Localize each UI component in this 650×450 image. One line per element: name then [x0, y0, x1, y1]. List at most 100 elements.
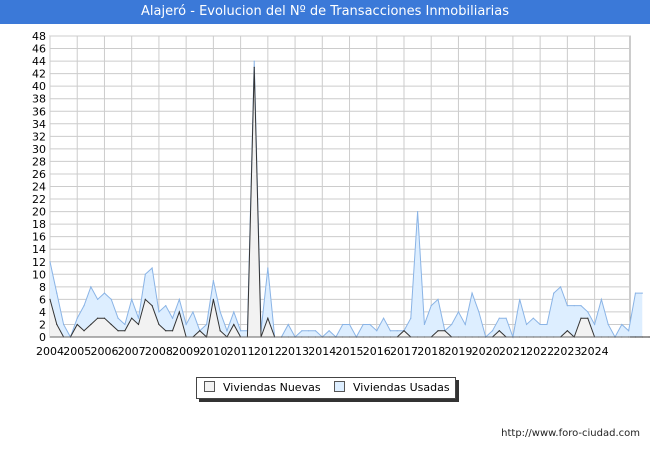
series-usadas-point: [451, 323, 453, 326]
series-usadas-point: [430, 305, 432, 307]
chart-title: Alajeró - Evolucion del Nº de Transaccio…: [0, 0, 650, 24]
series-nuevas-point: [137, 323, 140, 326]
series-usadas-point: [137, 317, 140, 319]
y-tick-label: 36: [32, 105, 46, 118]
series-nuevas-point: [498, 330, 500, 332]
legend-label-usadas: Viviendas Usadas: [353, 381, 450, 394]
series-usadas-point: [559, 286, 562, 288]
series-usadas-point: [56, 292, 58, 294]
series-usadas-point: [600, 298, 603, 300]
series-usadas-point: [110, 298, 112, 300]
x-tick-label: 2015: [336, 345, 364, 358]
series-usadas-point: [621, 323, 623, 326]
x-tick-label: 2006: [90, 345, 118, 358]
series-usadas-point: [287, 323, 289, 326]
y-tick-label: 10: [32, 268, 46, 281]
series-nuevas-point: [83, 330, 85, 332]
series-usadas-point: [362, 323, 364, 326]
series-usadas-point: [546, 323, 548, 326]
source-link[interactable]: http://www.foro-ciudad.com: [501, 428, 640, 439]
y-tick-label: 30: [32, 143, 46, 156]
x-tick-label: 2013: [281, 345, 309, 358]
x-tick-label: 2010: [199, 345, 227, 358]
series-usadas-point: [267, 267, 269, 269]
series-usadas-point: [226, 330, 228, 332]
y-tick-label: 46: [32, 43, 46, 56]
series-usadas-point: [76, 317, 78, 319]
x-tick-label: 2023: [553, 345, 581, 358]
series-usadas-point: [471, 292, 473, 294]
y-tick-label: 42: [32, 68, 46, 81]
series-usadas-point: [178, 298, 180, 300]
y-tick-label: 6: [39, 293, 46, 306]
series-nuevas-point: [403, 330, 405, 332]
series-usadas-point: [342, 323, 344, 326]
series-nuevas-point: [178, 311, 180, 313]
x-tick-label: 2019: [444, 345, 472, 358]
x-tick-label: 2022: [526, 345, 554, 358]
x-tick-label: 2007: [118, 345, 146, 358]
series-usadas-point: [212, 279, 214, 282]
series-usadas-point: [301, 330, 303, 332]
series-usadas-point: [240, 330, 242, 332]
x-tick-label: 2009: [172, 345, 200, 358]
series-usadas-point: [90, 286, 92, 288]
series-nuevas-point: [437, 330, 439, 332]
y-tick-label: 22: [32, 193, 46, 206]
series-usadas-point: [348, 323, 351, 326]
series-nuevas-point: [648, 336, 650, 338]
series-usadas-point: [491, 330, 494, 332]
series-usadas-point: [553, 292, 555, 294]
series-usadas-point: [165, 305, 167, 307]
series-usadas-point: [634, 292, 637, 294]
y-tick-label: 8: [39, 281, 46, 294]
y-tick-label: 14: [32, 243, 46, 256]
legend-label-nuevas: Viviendas Nuevas: [223, 381, 321, 394]
series-usadas-point: [539, 323, 541, 326]
y-tick-label: 38: [32, 93, 46, 106]
series-nuevas-point: [97, 317, 99, 319]
x-tick-label: 2012: [254, 345, 282, 358]
series-nuevas-point: [131, 317, 133, 319]
series-usadas-point: [83, 305, 85, 307]
series-nuevas-point: [634, 336, 637, 338]
series-usadas-point: [376, 330, 378, 332]
y-tick-label: 44: [32, 55, 46, 68]
series-usadas-point: [308, 330, 310, 332]
series-usadas-point: [587, 311, 589, 313]
series-usadas-point: [498, 317, 500, 319]
series-nuevas-point: [103, 317, 106, 319]
y-tick-label: 16: [32, 231, 46, 244]
y-tick-label: 40: [32, 80, 46, 93]
series-nuevas-point: [90, 323, 92, 326]
series-usadas-point: [525, 323, 528, 326]
series-usadas-point: [396, 330, 398, 332]
x-tick-label: 2011: [227, 345, 255, 358]
series-usadas-point: [464, 323, 466, 326]
series-usadas-point: [566, 305, 568, 307]
y-tick-label: 34: [32, 118, 46, 131]
y-tick-label: 0: [39, 331, 46, 344]
legend-item-usadas: Viviendas Usadas: [334, 381, 450, 395]
legend-swatch-nuevas: [204, 381, 215, 392]
series-nuevas-point: [158, 323, 160, 326]
y-tick-label: 20: [32, 206, 46, 219]
x-tick-label: 2018: [417, 345, 445, 358]
series-nuevas-point: [144, 298, 146, 300]
series-nuevas-point: [117, 330, 119, 332]
series-usadas-point: [144, 273, 146, 275]
series-usadas-point: [389, 330, 391, 332]
series-nuevas-point: [219, 330, 221, 332]
series-nuevas-point: [56, 323, 58, 326]
series-nuevas-point: [171, 330, 174, 332]
series-nuevas-point: [165, 330, 167, 332]
series-nuevas-point: [151, 305, 153, 307]
series-usadas-point: [151, 267, 153, 269]
legend-swatch-usadas: [334, 381, 345, 392]
x-tick-label: 2016: [363, 345, 391, 358]
series-usadas-point: [314, 330, 317, 332]
series-usadas-point: [49, 261, 51, 263]
series-nuevas-point: [76, 323, 78, 326]
series-usadas-point: [205, 323, 208, 326]
grid: [49, 35, 631, 338]
